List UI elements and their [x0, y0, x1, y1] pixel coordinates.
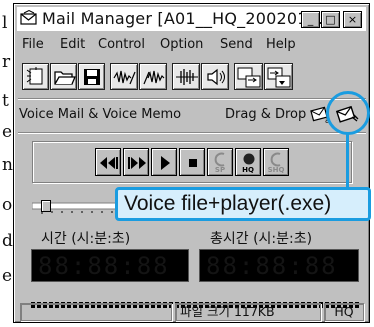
voice-record-button[interactable]: [110, 63, 138, 90]
player-controls: SP HQ SHQ: [32, 141, 352, 183]
level-meter: [31, 293, 361, 308]
transfer-alt-icon: [267, 67, 291, 88]
rewind-icon: [100, 157, 118, 169]
menu-bar: File Edit Control Option Send Help: [17, 35, 366, 55]
speaker-button[interactable]: [201, 63, 229, 90]
transfer-alt-button[interactable]: [264, 63, 293, 90]
elapsed-time-digits: 88:88:88: [38, 252, 170, 280]
transfer-button[interactable]: [234, 63, 263, 90]
menu-file[interactable]: File: [22, 37, 44, 52]
maximize-icon: □: [325, 13, 336, 26]
hq-button[interactable]: HQ: [235, 148, 261, 176]
minimize-button[interactable]: _: [301, 11, 320, 28]
new-file-button[interactable]: [22, 63, 49, 90]
stop-icon: [189, 159, 197, 167]
maximize-button[interactable]: □: [321, 11, 340, 28]
voice-mail-label: Voice Mail & Voice Memo: [19, 107, 182, 122]
quality-text: HQ: [334, 304, 354, 319]
new-file-icon: [26, 67, 43, 85]
quality-status: HQ: [324, 303, 364, 321]
slider-thumb[interactable]: [41, 200, 51, 212]
equalizer-button[interactable]: [172, 63, 200, 90]
annotation-circle: [326, 91, 370, 135]
save-button[interactable]: [78, 63, 105, 90]
side-text-fragment: r: [2, 52, 11, 72]
total-time-digits: 88:88:88: [206, 252, 338, 280]
sp-label: SP: [214, 166, 226, 174]
play-icon: [161, 156, 170, 170]
shq-button[interactable]: SHQ: [263, 148, 289, 176]
save-disk-icon: [84, 69, 100, 85]
menu-option[interactable]: Option: [160, 37, 203, 52]
toolbar-divider-highlight: [18, 99, 366, 100]
voice-edit-button[interactable]: [139, 63, 167, 90]
stop-button[interactable]: [179, 148, 205, 176]
annotation-connector: [346, 133, 349, 189]
play-button[interactable]: [151, 148, 177, 176]
annotation-callout: Voice file+player(.exe): [115, 187, 371, 221]
side-text-fragment: e: [2, 266, 13, 286]
file-size-status: 파일 크기 117KB: [175, 303, 321, 321]
open-folder-button[interactable]: [50, 63, 77, 90]
elapsed-time-label: 시간 (시:분:초): [41, 231, 131, 247]
forward-icon: [128, 157, 146, 169]
sp-button[interactable]: SP: [207, 148, 233, 176]
open-folder-icon: [54, 71, 76, 85]
info-divider-highlight: [18, 133, 366, 134]
side-text-fragment: t: [2, 91, 9, 111]
menu-send[interactable]: Send: [220, 37, 253, 52]
voice-wave-alt-icon: [143, 70, 165, 85]
menu-edit[interactable]: Edit: [60, 37, 85, 52]
file-size-text: 파일 크기 117KB: [180, 304, 275, 319]
close-button[interactable]: ×: [343, 11, 362, 28]
side-text-fragment: e: [2, 122, 13, 142]
total-time-label: 총시간 (시:분:초): [210, 231, 313, 247]
side-text-fragment: d: [2, 231, 13, 251]
mail-manager-window: Mail Manager [A01__HQ_2002010... _ □ × F…: [13, 3, 370, 323]
hq-label: HQ: [242, 166, 254, 174]
speaker-icon: [207, 68, 225, 86]
title-bar[interactable]: Mail Manager [A01__HQ_2002010... _ □ ×: [17, 7, 366, 31]
drag-drop-label: Drag & Drop: [225, 107, 307, 122]
app-envelope-icon: [20, 9, 38, 27]
shq-label: SHQ: [267, 166, 285, 174]
close-icon: ×: [347, 13, 358, 26]
minimize-icon: _: [307, 13, 314, 26]
status-empty-cell: [20, 303, 172, 321]
voice-wave-icon: [113, 70, 136, 85]
total-time-display: 88:88:88: [199, 249, 359, 282]
rewind-button[interactable]: [95, 148, 121, 176]
window-title: Mail Manager [A01__HQ_2002010...: [42, 9, 334, 28]
side-text-fragment: l: [2, 13, 8, 33]
equalizer-icon: [176, 69, 198, 85]
status-bar: 파일 크기 117KB HQ: [17, 303, 366, 321]
callout-text: Voice file+player(.exe): [124, 192, 332, 215]
side-text-fragment: n: [2, 155, 13, 175]
menu-control[interactable]: Control: [98, 37, 145, 52]
forward-button[interactable]: [123, 148, 149, 176]
transfer-icon: [237, 67, 261, 88]
elapsed-time-display: 88:88:88: [31, 249, 189, 282]
menu-help[interactable]: Help: [266, 37, 296, 52]
toolbar: [18, 60, 366, 96]
side-text-fragment: o: [2, 195, 13, 215]
